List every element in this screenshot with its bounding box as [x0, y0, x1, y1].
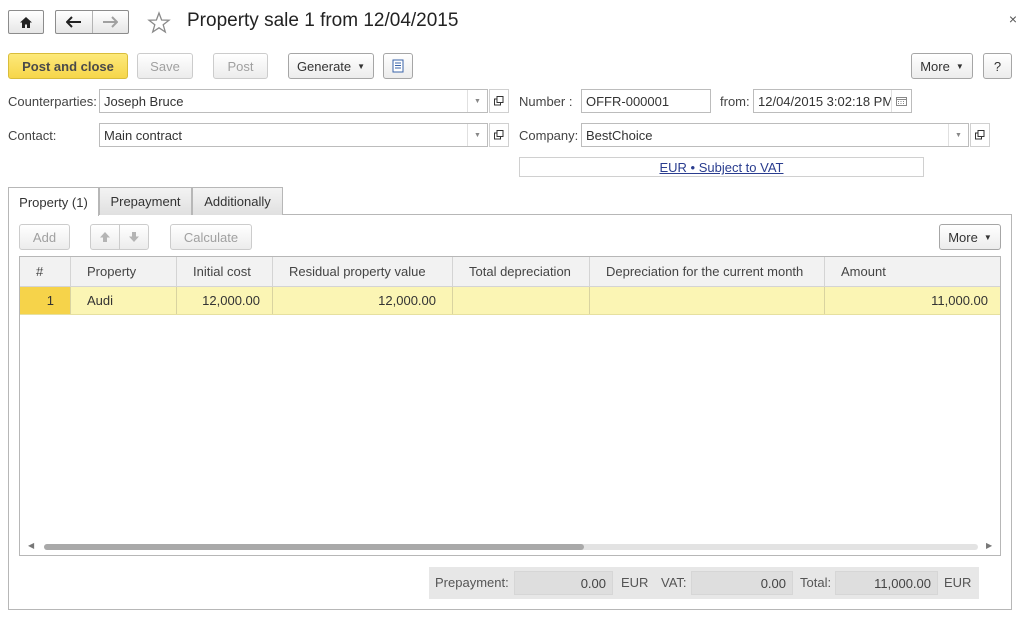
caret-down-icon: ▼ — [955, 61, 964, 71]
open-window-icon — [975, 130, 985, 140]
arrow-down-icon — [129, 232, 139, 242]
arrow-left-icon — [65, 16, 81, 28]
number-label: Number : — [519, 94, 573, 109]
post-button[interactable]: Post — [213, 53, 268, 79]
column-header-depreciation-month[interactable]: Depreciation for the current month — [590, 257, 825, 286]
counterparties-value: Joseph Bruce — [104, 94, 184, 109]
scroll-thumb[interactable] — [44, 544, 584, 550]
more-label: More — [920, 58, 950, 74]
scroll-right-icon[interactable]: ▶ — [986, 541, 992, 550]
add-button[interactable]: Add — [19, 224, 70, 250]
open-contact-button[interactable] — [489, 123, 509, 147]
horizontal-scrollbar[interactable]: ◀ ▶ — [20, 539, 1000, 555]
date-field[interactable]: 12/04/2015 3:02:18 PM — [753, 89, 912, 113]
currency-label-2: EUR — [944, 575, 972, 590]
row-index[interactable]: 1 — [20, 287, 71, 314]
date-value: 12/04/2015 3:02:18 PM — [758, 94, 894, 109]
back-button[interactable] — [56, 11, 92, 33]
contact-field[interactable]: Main contract ▼ — [99, 123, 488, 147]
table-more-button[interactable]: More ▼ — [939, 224, 1001, 250]
contact-value: Main contract — [104, 128, 183, 143]
arrow-up-icon — [100, 232, 110, 242]
caret-down-icon: ▼ — [357, 61, 366, 71]
table-row[interactable]: 1 Audi 12,000.00 12,000.00 11,000.00 — [20, 287, 1000, 315]
totals-bar: Prepayment: 0.00 EUR VAT: 0.00 Total: 11… — [429, 567, 979, 599]
open-window-icon — [494, 130, 504, 140]
document-icon — [392, 59, 404, 73]
open-window-icon — [494, 96, 504, 106]
row-amount[interactable]: 11,000.00 — [825, 287, 1000, 314]
favorite-star-icon[interactable] — [147, 11, 171, 35]
prepayment-value: 0.00 — [514, 571, 613, 595]
table-more-label: More — [948, 229, 978, 245]
tab-prepayment[interactable]: Prepayment — [99, 187, 192, 215]
calendar-icon[interactable] — [891, 90, 911, 112]
tab-property[interactable]: Property (1) — [8, 187, 99, 216]
row-depreciation-month[interactable] — [590, 287, 825, 314]
total-value: 11,000.00 — [835, 571, 938, 595]
chevron-down-icon[interactable]: ▼ — [467, 90, 487, 112]
row-total-depreciation[interactable] — [453, 287, 590, 314]
forward-button[interactable] — [91, 11, 129, 33]
move-up-button[interactable] — [90, 224, 120, 250]
caret-down-icon: ▼ — [983, 232, 992, 242]
home-icon — [20, 16, 32, 28]
calculate-button[interactable]: Calculate — [170, 224, 252, 250]
report-button[interactable] — [383, 53, 413, 79]
company-label: Company: — [519, 128, 579, 143]
post-and-close-button[interactable]: Post and close — [8, 53, 128, 79]
column-header-property[interactable]: Property — [71, 257, 177, 286]
number-value: OFFR-000001 — [586, 94, 670, 109]
row-initial-cost[interactable]: 12,000.00 — [177, 287, 273, 314]
company-field[interactable]: BestChoice ▼ — [581, 123, 969, 147]
currency-vat-box: EUR • Subject to VAT — [519, 157, 924, 177]
generate-label: Generate — [296, 58, 352, 74]
vat-label: VAT: — [661, 575, 687, 590]
column-header-residual-value[interactable]: Residual property value — [273, 257, 453, 286]
history-nav — [55, 10, 129, 34]
tab-additionally[interactable]: Additionally — [192, 187, 283, 215]
from-label: from: — [720, 94, 750, 109]
property-table: # Property Initial cost Residual propert… — [19, 256, 1001, 556]
open-counterparty-button[interactable] — [489, 89, 509, 113]
save-button[interactable]: Save — [137, 53, 193, 79]
counterparties-field[interactable]: Joseph Bruce ▼ — [99, 89, 488, 113]
row-property[interactable]: Audi — [71, 287, 177, 314]
scroll-left-icon[interactable]: ◀ — [28, 541, 34, 550]
page-title: Property sale 1 from 12/04/2015 — [187, 10, 459, 31]
more-button[interactable]: More ▼ — [911, 53, 973, 79]
column-header-amount[interactable]: Amount — [825, 257, 1000, 286]
home-button[interactable] — [8, 10, 44, 34]
open-company-button[interactable] — [970, 123, 990, 147]
generate-button[interactable]: Generate ▼ — [288, 53, 374, 79]
total-label: Total: — [800, 575, 832, 590]
help-button[interactable]: ? — [983, 53, 1012, 79]
currency-label-1: EUR — [621, 575, 649, 590]
number-field[interactable]: OFFR-000001 — [581, 89, 711, 113]
move-down-button[interactable] — [119, 224, 149, 250]
column-header-initial-cost[interactable]: Initial cost — [177, 257, 273, 286]
contact-label: Contact: — [8, 128, 57, 143]
column-header-total-depreciation[interactable]: Total depreciation — [453, 257, 590, 286]
chevron-down-icon[interactable]: ▼ — [467, 124, 487, 146]
currency-vat-link[interactable]: EUR • Subject to VAT — [659, 160, 783, 175]
table-header: # Property Initial cost Residual propert… — [20, 257, 1000, 287]
prepayment-label: Prepayment: — [435, 575, 509, 590]
chevron-down-icon[interactable]: ▼ — [948, 124, 968, 146]
company-value: BestChoice — [586, 128, 653, 143]
column-header-index[interactable]: # — [20, 257, 71, 286]
vat-value: 0.00 — [691, 571, 793, 595]
close-icon[interactable]: × — [1009, 11, 1017, 27]
arrow-right-icon — [103, 16, 119, 28]
row-residual-value[interactable]: 12,000.00 — [273, 287, 453, 314]
counterparties-label: Counterparties: — [8, 94, 97, 109]
